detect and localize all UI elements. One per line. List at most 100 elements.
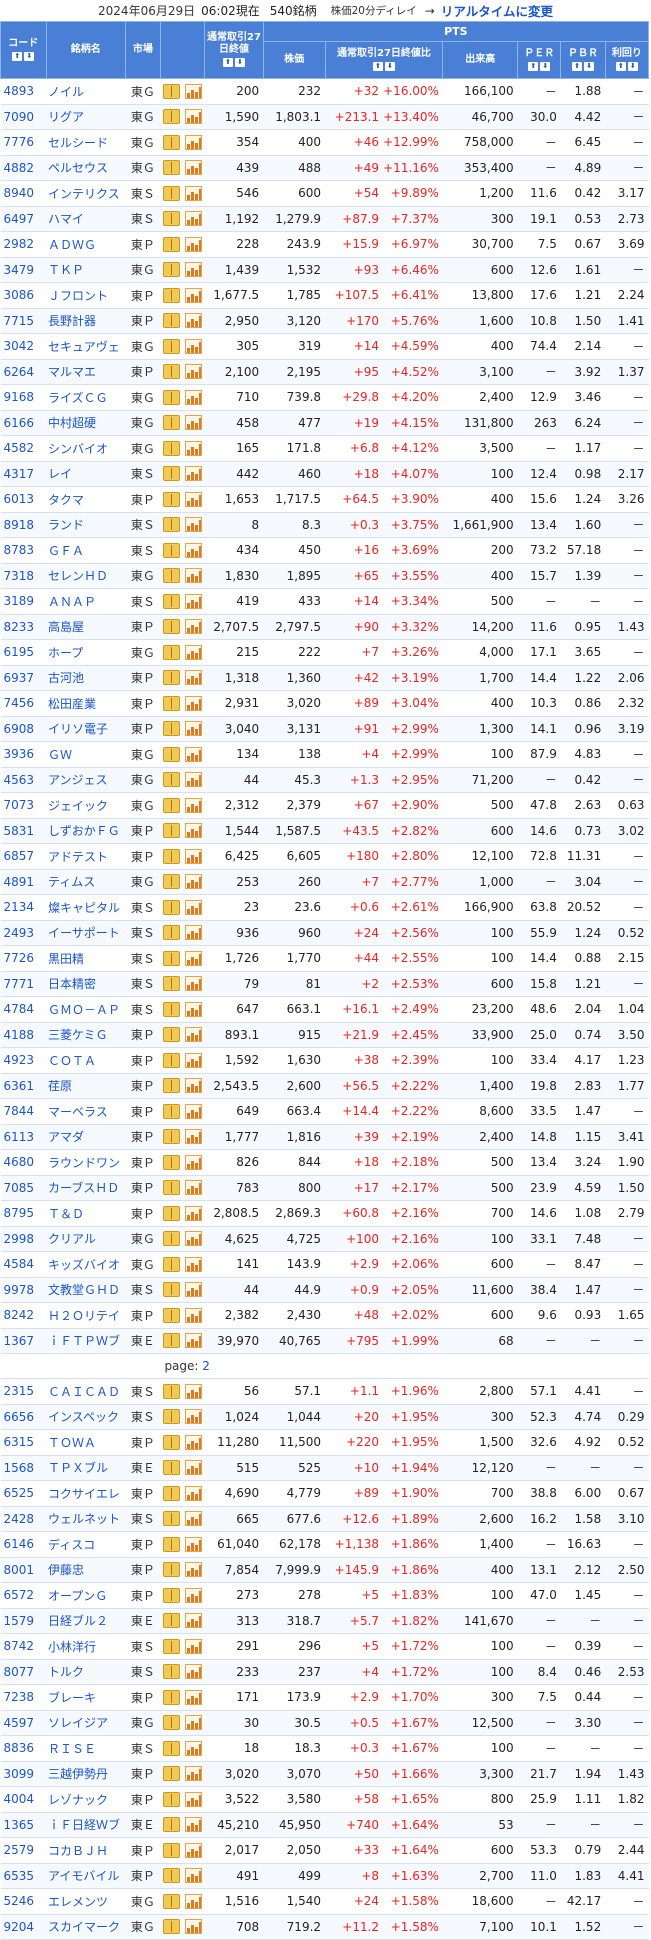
stock-name-link[interactable]: ハマイ xyxy=(46,206,126,232)
stock-code-link[interactable]: 8918 xyxy=(0,512,47,538)
chart-icon[interactable] xyxy=(185,160,203,176)
chart-icon[interactable] xyxy=(185,1587,203,1603)
news-icon-cell[interactable] xyxy=(160,690,183,717)
stock-name-link[interactable]: Ｔ＆Ｄ xyxy=(46,1200,126,1227)
news-icon-cell[interactable] xyxy=(160,1429,183,1456)
stock-code-link[interactable]: 7318 xyxy=(0,563,47,589)
book-icon[interactable] xyxy=(163,1460,181,1476)
stock-name-link[interactable]: ライズＣＧ xyxy=(46,384,126,411)
book-icon[interactable] xyxy=(163,160,181,176)
news-icon-cell[interactable] xyxy=(160,996,183,1023)
chart-icon[interactable] xyxy=(185,1256,203,1272)
chart-icon[interactable] xyxy=(185,1562,203,1578)
stock-name-link[interactable]: ＴＰＸブル xyxy=(46,1455,126,1481)
book-icon[interactable] xyxy=(163,1613,181,1629)
col-per[interactable]: ＰＥＲ ⬆ ⬇ xyxy=(517,41,562,79)
stock-name-link[interactable]: 中村超硬 xyxy=(46,410,126,436)
news-icon-cell[interactable] xyxy=(160,257,183,283)
news-icon-cell[interactable] xyxy=(160,971,183,997)
chart-icon-cell[interactable] xyxy=(182,767,205,793)
book-icon[interactable] xyxy=(163,1893,181,1909)
stock-code-link[interactable]: 5246 xyxy=(0,1888,47,1915)
stock-name-link[interactable]: イーサポート xyxy=(46,920,126,946)
news-icon-cell[interactable] xyxy=(160,1786,183,1813)
stock-code-link[interactable]: 4923 xyxy=(0,1047,47,1074)
sort-down-icon[interactable]: ⬇ xyxy=(24,52,35,61)
sort-up-icon[interactable]: ⬆ xyxy=(372,62,383,71)
chart-icon-cell[interactable] xyxy=(182,1761,205,1787)
stock-code-link[interactable]: 9978 xyxy=(0,1277,47,1303)
chart-icon-cell[interactable] xyxy=(182,282,205,309)
book-icon[interactable] xyxy=(163,1383,181,1399)
chart-icon-cell[interactable] xyxy=(182,1710,205,1736)
chart-icon-cell[interactable] xyxy=(182,1175,205,1201)
news-icon-cell[interactable] xyxy=(160,1328,183,1354)
stock-name-link[interactable]: ジェイック xyxy=(46,792,126,819)
news-icon-cell[interactable] xyxy=(160,308,183,334)
chart-icon[interactable] xyxy=(185,568,203,584)
book-icon[interactable] xyxy=(163,1052,181,1068)
stock-code-link[interactable]: 6113 xyxy=(0,1124,47,1150)
stock-name-link[interactable]: インテリクス xyxy=(46,180,126,207)
chart-icon-cell[interactable] xyxy=(182,1557,205,1583)
stock-code-link[interactable]: 4891 xyxy=(0,869,47,895)
stock-name-link[interactable]: レゾナック xyxy=(46,1786,126,1813)
stock-code-link[interactable]: 2493 xyxy=(0,920,47,946)
chart-icon[interactable] xyxy=(185,1460,203,1476)
chart-icon-cell[interactable] xyxy=(182,945,205,972)
stock-name-link[interactable]: ウェルネット xyxy=(46,1506,126,1532)
book-icon[interactable] xyxy=(163,542,181,558)
stock-name-link[interactable]: 三菱ケミＧ xyxy=(46,1022,126,1048)
chart-icon-cell[interactable] xyxy=(182,384,205,411)
stock-name-link[interactable]: ペルセウス xyxy=(46,155,126,181)
sort-up-icon[interactable]: ⬆ xyxy=(12,52,23,61)
stock-name-link[interactable]: マーベラス xyxy=(46,1098,126,1125)
news-icon-cell[interactable] xyxy=(160,1047,183,1074)
book-icon[interactable] xyxy=(163,772,181,788)
stock-code-link[interactable]: 2428 xyxy=(0,1506,47,1532)
news-icon-cell[interactable] xyxy=(160,614,183,640)
chart-icon-cell[interactable] xyxy=(182,741,205,768)
sort-down-icon[interactable]: ⬇ xyxy=(384,62,395,71)
chart-icon[interactable] xyxy=(185,1485,203,1501)
news-icon-cell[interactable] xyxy=(160,1812,183,1838)
news-icon-cell[interactable] xyxy=(160,129,183,156)
stock-name-link[interactable]: 荏原 xyxy=(46,1073,126,1099)
chart-icon-cell[interactable] xyxy=(182,716,205,742)
stock-code-link[interactable]: 3479 xyxy=(0,257,47,283)
book-icon[interactable] xyxy=(163,1078,181,1094)
chart-icon-cell[interactable] xyxy=(182,920,205,946)
chart-icon-cell[interactable] xyxy=(182,1073,205,1099)
stock-code-link[interactable]: 6656 xyxy=(0,1404,47,1430)
news-icon-cell[interactable] xyxy=(160,359,183,385)
stock-code-link[interactable]: 7844 xyxy=(0,1098,47,1125)
book-icon[interactable] xyxy=(163,287,181,303)
chart-icon-cell[interactable] xyxy=(182,129,205,156)
book-icon[interactable] xyxy=(163,415,181,431)
page-2-link[interactable]: 2 xyxy=(202,1359,210,1373)
book-icon[interactable] xyxy=(163,1868,181,1884)
stock-code-link[interactable]: 9168 xyxy=(0,384,47,411)
news-icon-cell[interactable] xyxy=(160,410,183,436)
sort-up-icon[interactable]: ⬆ xyxy=(222,58,233,67)
chart-icon[interactable] xyxy=(185,1791,203,1807)
stock-name-link[interactable]: ランド xyxy=(46,512,126,538)
stock-code-link[interactable]: 8836 xyxy=(0,1735,47,1762)
news-icon-cell[interactable] xyxy=(160,1404,183,1430)
book-icon[interactable] xyxy=(163,1001,181,1017)
news-icon-cell[interactable] xyxy=(160,716,183,742)
book-icon[interactable] xyxy=(163,1129,181,1145)
news-icon-cell[interactable] xyxy=(160,1226,183,1252)
stock-code-link[interactable]: 4882 xyxy=(0,155,47,181)
stock-code-link[interactable]: 8795 xyxy=(0,1200,47,1227)
news-icon-cell[interactable] xyxy=(160,1251,183,1278)
stock-code-link[interactable]: 7238 xyxy=(0,1684,47,1711)
news-icon-cell[interactable] xyxy=(160,843,183,870)
stock-code-link[interactable]: 4004 xyxy=(0,1786,47,1813)
news-icon-cell[interactable] xyxy=(160,1710,183,1736)
chart-icon[interactable] xyxy=(185,1154,203,1170)
book-icon[interactable] xyxy=(163,823,181,839)
book-icon[interactable] xyxy=(163,1587,181,1603)
stock-code-link[interactable]: 6361 xyxy=(0,1073,47,1099)
news-icon-cell[interactable] xyxy=(160,78,183,105)
